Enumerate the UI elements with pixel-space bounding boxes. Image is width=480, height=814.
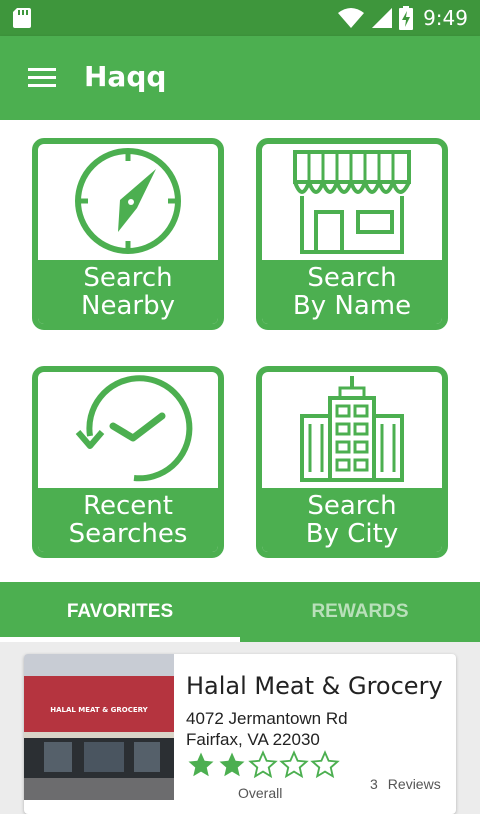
star-empty-icon [279,750,309,779]
app-title: Haqq [84,60,167,93]
star-empty-icon [248,750,278,779]
recent-searches-tile[interactable]: Recent Searches [32,366,224,558]
favorites-list: HALAL MEAT & GROCERY Halal Meat & Grocer… [0,642,480,814]
store-name: Halal Meat & Grocery [186,672,443,700]
tab-favorites[interactable]: FAVORITES [0,582,240,642]
star-rating [186,750,340,780]
store-address: 4072 Jermantown Rd Fairfax, VA 22030 [186,709,348,749]
store-sign-text: HALAL MEAT & GROCERY [50,706,148,714]
city-building-icon [300,376,404,482]
search-options-grid: Search Nearby Search By Name Recent Sear… [0,120,480,582]
recent-searches-label: Recent Searches [38,488,218,552]
search-nearby-label: Search Nearby [38,260,218,324]
sd-card-icon [13,8,31,28]
search-by-name-tile[interactable]: Search By Name [256,138,448,330]
search-by-name-label: Search By Name [262,260,442,324]
app-bar: Haqq [0,36,480,120]
signal-icon [372,8,393,28]
wifi-icon [338,8,365,28]
star-filled-icon [188,752,214,777]
favorite-card[interactable]: HALAL MEAT & GROCERY Halal Meat & Grocer… [24,654,456,814]
overall-label: Overall [238,785,283,801]
star-empty-icon [310,750,340,779]
hamburger-menu-icon[interactable] [22,64,62,92]
search-by-city-label: Search By City [262,488,442,552]
search-nearby-tile[interactable]: Search Nearby [32,138,224,330]
tab-rewards[interactable]: REWARDS [240,582,480,642]
star-filled-icon [219,752,245,777]
battery-charging-icon [399,6,414,30]
history-clock-icon [75,375,193,482]
storefront-icon [293,150,411,254]
status-bar: 9:49 [0,0,480,36]
compass-icon [75,148,181,254]
tab-bar: FAVORITES REWARDS [0,582,480,642]
store-photo: HALAL MEAT & GROCERY [24,654,174,800]
review-count: 3 Reviews [370,776,441,792]
search-by-city-tile[interactable]: Search By City [256,366,448,558]
status-time: 9:49 [423,6,468,30]
